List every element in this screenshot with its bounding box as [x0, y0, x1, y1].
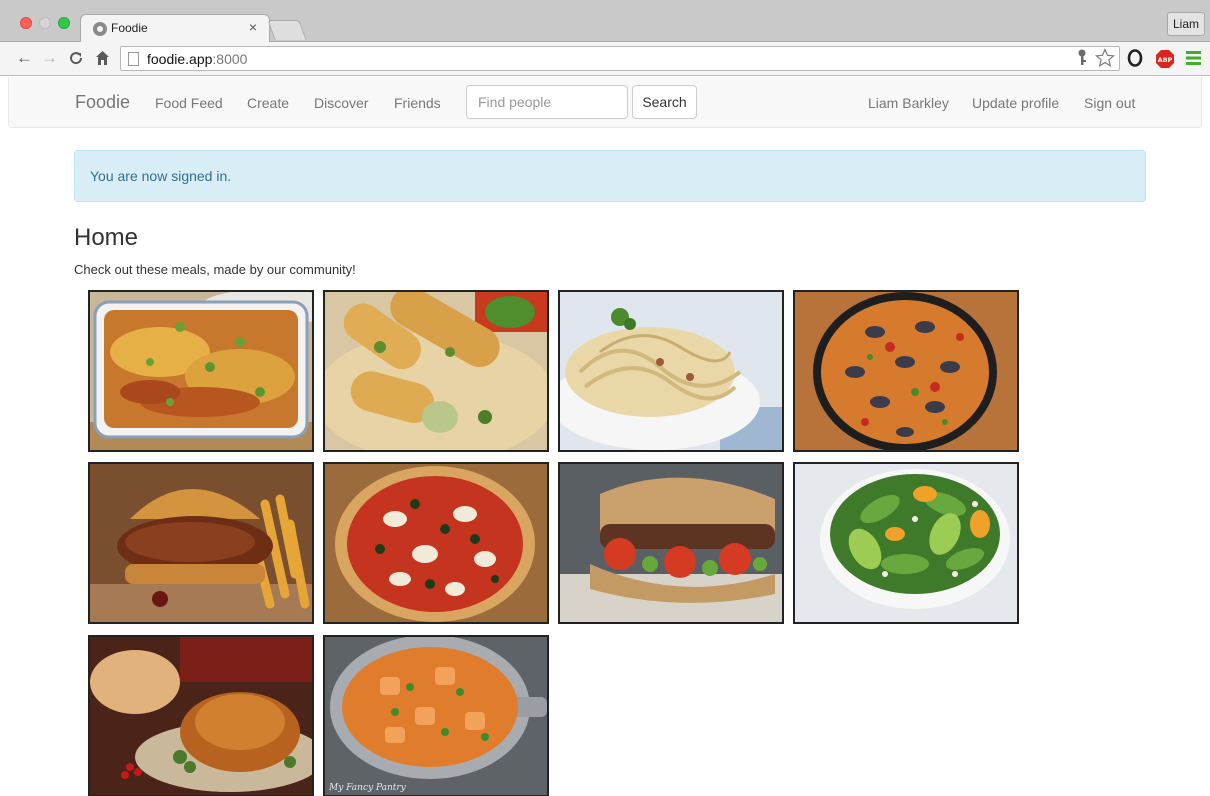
- nav-link-sign-out[interactable]: Sign out: [1084, 95, 1135, 111]
- page-title: Home: [74, 224, 139, 251]
- key-icon[interactable]: [1076, 49, 1088, 67]
- browser-tab-foodie[interactable]: Foodie ×: [80, 14, 270, 42]
- minimize-window-icon[interactable]: [39, 17, 51, 29]
- alert-message: You are now signed in.: [90, 168, 232, 184]
- svg-text:ABP: ABP: [1158, 56, 1173, 64]
- meal-image-lasagna[interactable]: [88, 290, 314, 452]
- page-icon: [128, 52, 139, 66]
- meal-image-paella[interactable]: [793, 290, 1019, 452]
- nav-link-discover[interactable]: Discover: [314, 95, 368, 111]
- home-icon[interactable]: [95, 50, 110, 66]
- opera-extension-icon[interactable]: [1127, 49, 1143, 67]
- meal-image-pasta[interactable]: [558, 290, 784, 452]
- back-arrow-icon[interactable]: ←: [16, 48, 33, 68]
- site-navbar: Foodie Food Feed Create Discover Friends…: [8, 77, 1202, 128]
- maximize-window-icon[interactable]: [58, 17, 70, 29]
- meal-image-garlic-bread[interactable]: [323, 290, 549, 452]
- browser-tabstrip: Foodie × Liam: [0, 0, 1210, 42]
- signed-in-alert: You are now signed in.: [74, 150, 1146, 202]
- find-people-input[interactable]: [466, 85, 628, 119]
- favicon-icon: [93, 22, 107, 36]
- browser-profile-button[interactable]: Liam: [1167, 12, 1205, 36]
- page-intro: Check out these meals, made by our commu…: [74, 262, 356, 277]
- forward-arrow-icon[interactable]: →: [41, 48, 58, 68]
- nav-link-update-profile[interactable]: Update profile: [972, 95, 1059, 111]
- meal-image-pizza[interactable]: [323, 462, 549, 624]
- nav-link-user-profile[interactable]: Liam Barkley: [868, 95, 949, 111]
- meal-image-avocado-salad[interactable]: [793, 462, 1019, 624]
- new-tab-button[interactable]: [267, 20, 307, 40]
- browser-toolbar: ← → foodie.app:8000 ABP: [0, 42, 1210, 76]
- address-url: foodie.app:8000: [147, 51, 248, 67]
- adblock-icon[interactable]: ABP: [1155, 49, 1175, 69]
- meal-image-steak-sandwich[interactable]: [558, 462, 784, 624]
- nav-link-friends[interactable]: Friends: [394, 95, 441, 111]
- nav-link-create[interactable]: Create: [247, 95, 289, 111]
- search-button[interactable]: Search: [632, 85, 697, 119]
- close-window-icon[interactable]: [20, 17, 32, 29]
- tab-close-icon[interactable]: ×: [249, 19, 257, 35]
- bookmark-star-icon[interactable]: [1095, 48, 1115, 68]
- brand-link[interactable]: Foodie: [75, 92, 130, 113]
- meal-image-roast-chicken[interactable]: [88, 635, 314, 796]
- address-bar[interactable]: foodie.app:8000: [120, 46, 1120, 71]
- meal-image-curry[interactable]: My Fancy Pantry: [323, 635, 549, 796]
- meal-photo-caption: My Fancy Pantry: [329, 783, 406, 793]
- menu-icon[interactable]: [1186, 51, 1201, 65]
- nav-link-food-feed[interactable]: Food Feed: [155, 95, 223, 111]
- tab-title: Foodie: [111, 21, 148, 35]
- reload-icon[interactable]: [68, 50, 84, 66]
- meal-image-pulled-pork-burger[interactable]: [88, 462, 314, 624]
